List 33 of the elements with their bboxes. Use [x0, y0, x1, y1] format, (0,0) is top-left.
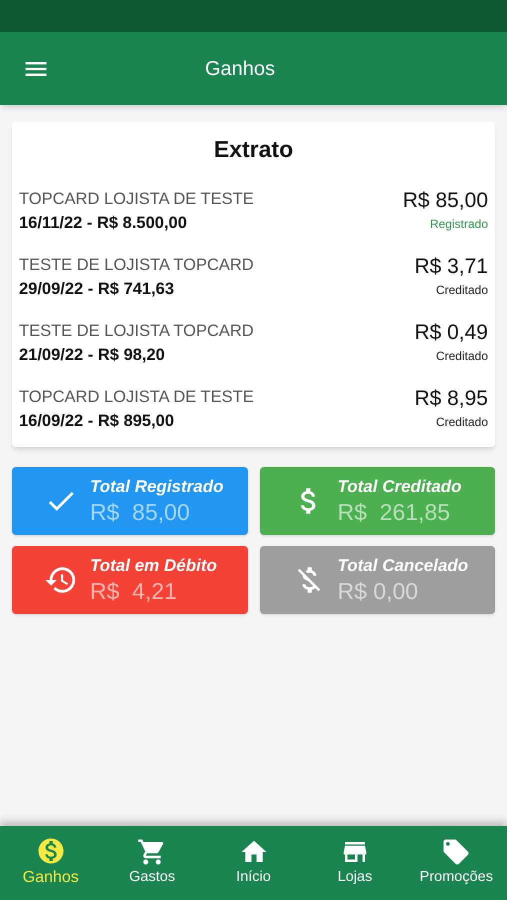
store-name: TOPCARD LOJISTA DE TESTE — [19, 188, 254, 210]
store-name: TESTE DE LOJISTA TOPCARD — [19, 320, 254, 342]
total-label: Total Creditado — [338, 476, 462, 498]
tag-icon — [441, 837, 472, 868]
nav-tab[interactable]: Início — [202, 837, 304, 889]
nav-tab[interactable]: Promoções — [406, 837, 507, 889]
total-value: R$ 0,00 — [338, 576, 420, 604]
total-label: Total Cancelado — [338, 554, 468, 576]
amount: R$ 0,49 — [414, 320, 488, 346]
status-label: Creditado — [436, 282, 488, 298]
amount: R$ 3,71 — [414, 254, 488, 280]
nav-tab[interactable]: Lojas — [304, 837, 406, 889]
nav-tab[interactable]: Gastos — [101, 837, 203, 889]
total-label: Total em Débito — [90, 554, 217, 576]
transaction-detail: 21/09/22 - R$ 98,20 — [19, 344, 166, 366]
amount: R$ 8,95 — [414, 386, 488, 412]
dollar-coin-icon — [36, 836, 66, 866]
total-value: R$ 4,21 — [90, 576, 178, 604]
total-value: R$ 261,85 — [338, 498, 452, 526]
transaction-detail: 29/09/22 - R$ 741,63 — [19, 278, 176, 300]
nav-tab[interactable]: Ganhos — [0, 836, 102, 890]
transaction-detail: 16/09/22 - R$ 895,00 — [19, 410, 176, 432]
status-label: Creditado — [436, 414, 488, 430]
statement-title: Extrato — [212, 135, 294, 164]
total-value: R$ 85,00 — [90, 498, 191, 526]
header-title: Ganhos — [204, 56, 276, 82]
store-name: TOPCARD LOJISTA DE TESTE — [19, 386, 254, 408]
transaction-detail: 16/11/22 - R$ 8.500,00 — [19, 212, 188, 234]
amount: R$ 85,00 — [402, 188, 488, 214]
status-label: Creditado — [436, 348, 488, 364]
total-label: Total Registrado — [90, 476, 224, 498]
status-label: Registrado — [430, 216, 488, 232]
store-name: TESTE DE LOJISTA TOPCARD — [19, 254, 254, 276]
